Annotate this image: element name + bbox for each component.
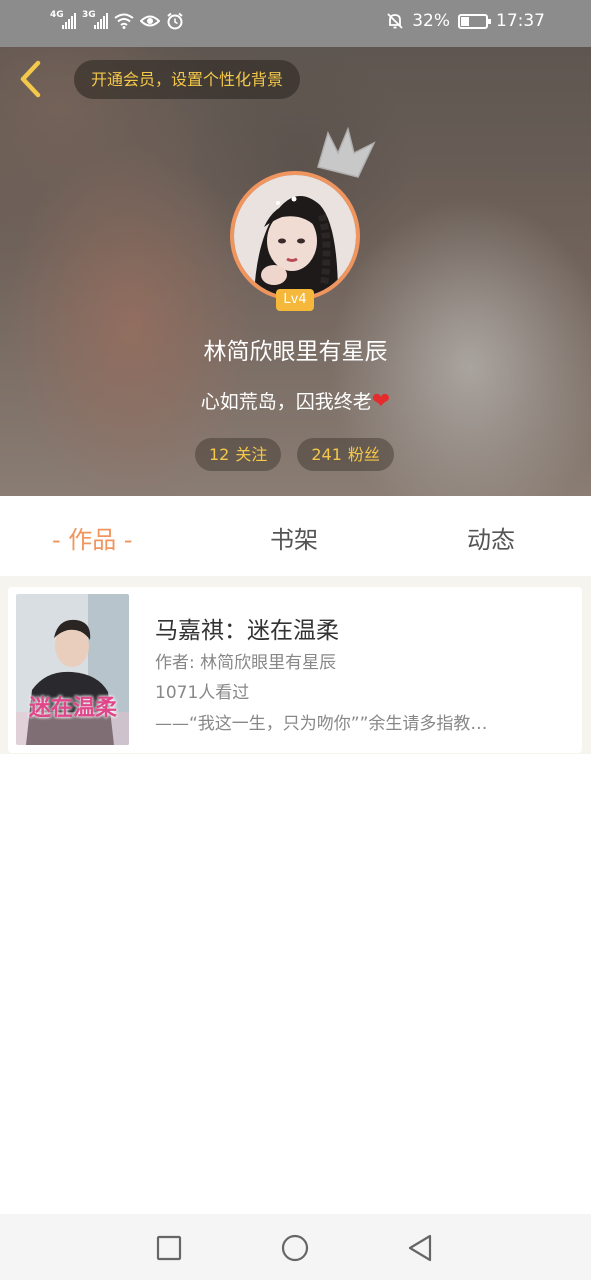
back-button[interactable]	[14, 59, 50, 99]
network-type-label: 4G	[50, 10, 64, 20]
square-icon[interactable]	[156, 1235, 182, 1261]
profile-tabs: - 作品 - 书架 动态	[0, 496, 591, 576]
clock: 17:37	[496, 11, 545, 31]
avatar[interactable]	[230, 171, 360, 301]
battery-level	[461, 16, 469, 26]
battery-percent: 32%	[412, 11, 450, 31]
cover-image	[16, 594, 129, 745]
battery-icon	[458, 13, 491, 29]
profile-header: 开通会员，设置个性化背景 Lv4 林简欣眼里有星辰 心如荒岛，囚我终老❤ 12 …	[0, 47, 591, 496]
wifi-icon	[114, 13, 134, 29]
profile-stats: 12 关注 241 粉丝	[195, 438, 394, 471]
cover-title: 迷在温柔	[28, 695, 117, 721]
heart-icon: ❤	[371, 389, 391, 414]
tab-bookshelf[interactable]: 书架	[270, 520, 318, 555]
circle-icon[interactable]	[281, 1234, 309, 1262]
status-right: 32% 17:37	[386, 11, 545, 31]
following-count: 12	[209, 445, 230, 464]
vip-background-banner[interactable]: 开通会员，设置个性化背景	[74, 60, 301, 99]
following-label: 关注	[235, 445, 268, 464]
signature-text: 心如荒岛，囚我终老	[200, 391, 372, 413]
status-bar: 4G 3G 32% 17:37	[0, 0, 591, 47]
book-cover[interactable]: 迷在温柔	[16, 594, 129, 745]
chevron-left-icon	[20, 60, 41, 98]
signature-line: 心如荒岛，囚我终老❤	[0, 387, 591, 414]
tab-feed[interactable]: 动态	[467, 520, 515, 555]
signal-3g-icon: 3G	[82, 10, 108, 29]
crown-icon	[317, 127, 376, 178]
book-description: ——“我这一生，只为吻你””余生请多指教…	[155, 714, 488, 734]
book-title[interactable]: 马嘉祺：迷在温柔	[155, 611, 339, 645]
eye-icon	[140, 15, 160, 27]
following-button[interactable]: 12 关注	[195, 438, 282, 471]
followers-label: 粉丝	[347, 445, 380, 464]
bell-muted-icon	[387, 13, 403, 29]
system-nav-bar	[0, 1214, 591, 1280]
tab-works[interactable]: - 作品 -	[52, 520, 133, 555]
level-badge: Lv4	[276, 289, 314, 311]
status-left: 4G 3G	[50, 10, 184, 30]
signal-4g-icon: 4G	[50, 10, 76, 29]
followers-button[interactable]: 241 粉丝	[297, 438, 394, 471]
followers-count: 241	[311, 445, 342, 464]
triangle-back-icon[interactable]	[406, 1234, 434, 1262]
book-views: 1071人看过	[155, 683, 250, 703]
book-author: 作者: 林简欣眼里有星辰	[155, 653, 337, 673]
work-card[interactable]: 迷在温柔 马嘉祺：迷在温柔 作者: 林简欣眼里有星辰 1071人看过 ——“我这…	[8, 587, 582, 753]
username: 林简欣眼里有星辰	[203, 339, 388, 365]
network-type-label: 3G	[82, 10, 96, 20]
alarm-icon	[167, 12, 183, 30]
avatar-photo	[234, 175, 356, 297]
